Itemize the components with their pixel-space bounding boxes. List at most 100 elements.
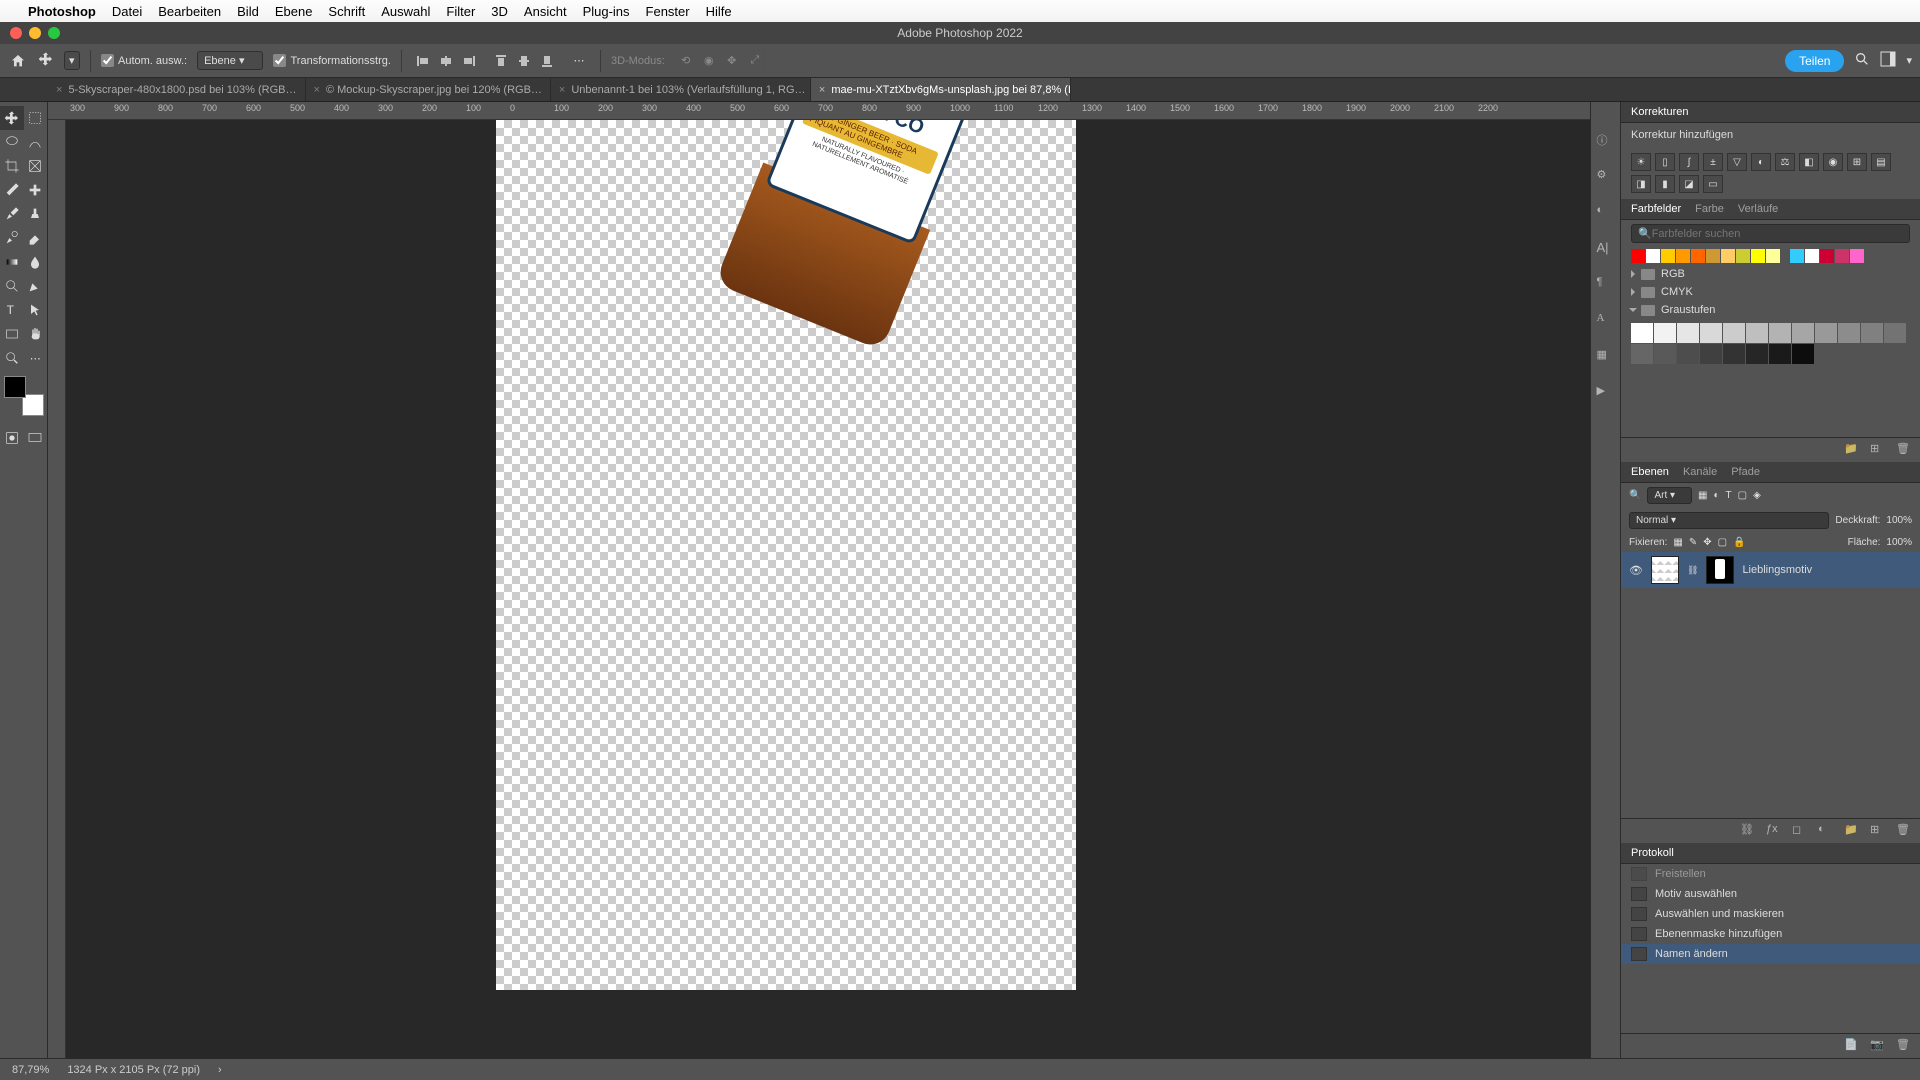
document-dimensions[interactable]: 1324 Px x 2105 Px (72 ppi) [67, 1064, 200, 1076]
colorlookup-adj-icon[interactable]: ▤ [1871, 153, 1891, 171]
tab-farbfelder[interactable]: Farbfelder [1631, 203, 1681, 215]
gray-swatch[interactable] [1746, 323, 1768, 343]
doc-tab-0[interactable]: ×5-Skyscraper-480x1800.psd bei 103% (RGB… [48, 78, 306, 101]
add-mask-button[interactable]: ◻ [1792, 823, 1808, 839]
zoom-tool[interactable] [0, 346, 24, 370]
window-minimize-button[interactable] [29, 27, 41, 39]
gray-swatch[interactable] [1677, 323, 1699, 343]
swatch[interactable] [1661, 249, 1675, 263]
lock-artboard-icon[interactable]: ▢ [1718, 537, 1727, 548]
filter-type-icon[interactable]: T [1726, 490, 1732, 501]
layer-mask-thumbnail[interactable] [1706, 556, 1734, 584]
invert-adj-icon[interactable]: ◨ [1631, 175, 1651, 193]
opacity-value[interactable]: 100% [1886, 515, 1912, 526]
tab-farbe[interactable]: Farbe [1695, 203, 1724, 215]
eyedropper-tool[interactable] [0, 178, 24, 202]
swatch[interactable] [1691, 249, 1705, 263]
window-maximize-button[interactable] [48, 27, 60, 39]
type-tool[interactable]: T [0, 298, 24, 322]
swatch[interactable] [1766, 249, 1780, 263]
menu-datei[interactable]: Datei [112, 4, 142, 19]
photofilter-adj-icon[interactable]: ◉ [1823, 153, 1843, 171]
libraries-panel-icon[interactable]: ▦ [1597, 348, 1615, 366]
menu-plugins[interactable]: Plug-ins [583, 4, 630, 19]
lock-all-icon[interactable]: 🔒 [1733, 537, 1745, 548]
transform-controls-checkbox[interactable]: Transformationsstrg. [273, 54, 390, 67]
tab-verlaeufe[interactable]: Verläufe [1738, 203, 1778, 215]
levels-adj-icon[interactable]: ▯ [1655, 153, 1675, 171]
clone-stamp-tool[interactable] [24, 202, 48, 226]
gray-swatch[interactable] [1700, 323, 1722, 343]
lock-transparency-icon[interactable]: ▦ [1673, 537, 1682, 548]
gray-swatch[interactable] [1884, 323, 1906, 343]
gray-swatch[interactable] [1631, 323, 1653, 343]
menu-bearbeiten[interactable]: Bearbeiten [158, 4, 221, 19]
gradient-tool[interactable] [0, 250, 24, 274]
history-item[interactable]: Motiv auswählen [1621, 884, 1920, 904]
edit-toolbar-button[interactable]: ⋯ [24, 346, 48, 370]
gray-swatch[interactable] [1815, 323, 1837, 343]
new-group-button[interactable]: 📁 [1844, 823, 1860, 839]
curves-adj-icon[interactable]: ∫ [1679, 153, 1699, 171]
bw-adj-icon[interactable]: ◧ [1799, 153, 1819, 171]
properties-panel-icon[interactable]: ⚙ [1597, 168, 1615, 186]
menu-bild[interactable]: Bild [237, 4, 259, 19]
close-tab-icon[interactable]: × [314, 84, 320, 96]
home-button[interactable] [8, 51, 28, 71]
move-tool[interactable] [0, 106, 24, 130]
lock-pixels-icon[interactable]: ✎ [1689, 537, 1697, 548]
swatch[interactable] [1820, 249, 1834, 263]
layer-fx-button[interactable]: ƒx [1766, 823, 1782, 839]
artboard[interactable]: THE GREAT JAMAICAN GINGER BEER CO SPICY … [496, 120, 1076, 990]
layer-row-0[interactable]: 👁 ⛓ Lieblingsmotiv [1621, 552, 1920, 588]
gray-swatch[interactable] [1631, 344, 1653, 364]
quick-select-tool[interactable] [24, 130, 48, 154]
layer-visibility-icon[interactable]: 👁 [1629, 564, 1643, 577]
vibrance-adj-icon[interactable]: ▽ [1727, 153, 1747, 171]
gray-swatch[interactable] [1700, 344, 1722, 364]
swatch[interactable] [1781, 249, 1789, 263]
lasso-tool[interactable] [0, 130, 24, 154]
zoom-level[interactable]: 87,79% [12, 1064, 49, 1076]
status-more-icon[interactable]: › [218, 1064, 222, 1076]
close-tab-icon[interactable]: × [819, 84, 825, 96]
delete-layer-button[interactable]: 🗑 [1896, 823, 1912, 839]
swatch-group-rgb[interactable]: RGB [1621, 265, 1920, 283]
gray-swatch[interactable] [1746, 344, 1768, 364]
fill-value[interactable]: 100% [1886, 537, 1912, 548]
window-close-button[interactable] [10, 27, 22, 39]
swatch-delete-button[interactable]: 🗑 [1896, 442, 1912, 458]
delete-state-button[interactable]: 🗑 [1896, 1038, 1912, 1054]
pen-tool[interactable] [24, 274, 48, 298]
tab-ebenen[interactable]: Ebenen [1631, 466, 1669, 478]
gray-swatch[interactable] [1654, 323, 1676, 343]
auto-select-mode-dropdown[interactable]: Ebene ▾ [197, 51, 263, 70]
tool-preset-dropdown[interactable]: ▾ [64, 51, 80, 70]
align-bottom-button[interactable] [536, 50, 558, 72]
close-tab-icon[interactable]: × [56, 84, 62, 96]
swatch-search-input[interactable] [1652, 228, 1903, 240]
swatch-group-cmyk[interactable]: CMYK [1621, 283, 1920, 301]
menu-filter[interactable]: Filter [446, 4, 475, 19]
new-layer-button[interactable]: ⊞ [1870, 823, 1886, 839]
gray-swatch[interactable] [1792, 323, 1814, 343]
ruler-vertical[interactable] [48, 120, 66, 1058]
gray-swatch[interactable] [1723, 323, 1745, 343]
channelmixer-adj-icon[interactable]: ⊞ [1847, 153, 1867, 171]
doc-tab-3[interactable]: ×mae-mu-XTztXbv6gMs-unsplash.jpg bei 87,… [811, 78, 1071, 101]
screenmode-button[interactable] [24, 426, 48, 450]
link-layers-button[interactable]: ⛓ [1740, 823, 1756, 839]
align-left-button[interactable] [412, 50, 434, 72]
swatch[interactable] [1850, 249, 1864, 263]
swatch-group-graustufen[interactable]: Graustufen [1621, 301, 1920, 319]
ruler-horizontal[interactable]: 3009008007006005004003002001000100200300… [48, 102, 1590, 120]
rectangle-tool[interactable] [0, 322, 24, 346]
filter-shape-icon[interactable]: ▢ [1738, 490, 1747, 501]
swatch[interactable] [1706, 249, 1720, 263]
swatch-search[interactable]: 🔍 [1631, 224, 1910, 243]
new-adjustment-button[interactable]: ◐ [1818, 823, 1834, 839]
swatch[interactable] [1631, 249, 1645, 263]
history-item[interactable]: Namen ändern [1621, 944, 1920, 964]
colorbalance-adj-icon[interactable]: ⚖ [1775, 153, 1795, 171]
menu-3d[interactable]: 3D [491, 4, 508, 19]
